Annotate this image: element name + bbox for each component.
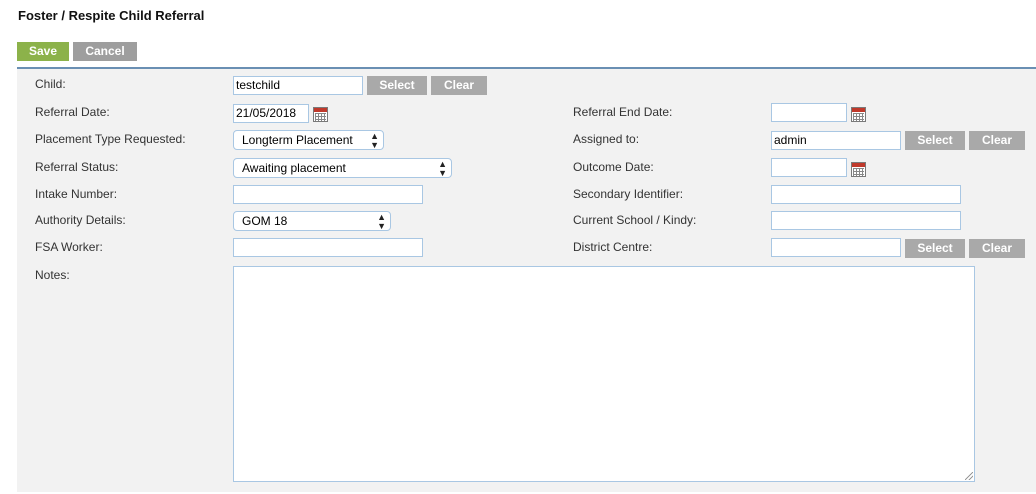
placement-type-value: Longterm Placement bbox=[242, 133, 353, 147]
child-clear-button[interactable]: Clear bbox=[431, 76, 487, 95]
notes-label: Notes: bbox=[35, 268, 70, 282]
fsa-worker-input[interactable] bbox=[233, 238, 423, 257]
authority-details-select[interactable]: GOM 18 ▲ ▼ bbox=[233, 211, 391, 231]
save-button[interactable]: Save bbox=[17, 42, 69, 61]
assigned-to-select-button[interactable]: Select bbox=[905, 131, 965, 150]
notes-textarea[interactable] bbox=[233, 266, 975, 482]
referral-status-label: Referral Status: bbox=[35, 160, 119, 174]
authority-details-label: Authority Details: bbox=[35, 213, 126, 227]
referral-date-label: Referral Date: bbox=[35, 105, 110, 119]
resize-handle-icon[interactable] bbox=[965, 472, 973, 480]
outcome-date-input[interactable] bbox=[771, 158, 847, 177]
child-select-button[interactable]: Select bbox=[367, 76, 427, 95]
up-down-arrows-icon: ▲ ▼ bbox=[377, 212, 386, 231]
child-label: Child: bbox=[35, 77, 66, 91]
intake-number-label: Intake Number: bbox=[35, 187, 118, 201]
placement-type-select[interactable]: Longterm Placement ▲ ▼ bbox=[233, 130, 384, 150]
placement-type-label: Placement Type Requested: bbox=[35, 132, 186, 146]
authority-details-value: GOM 18 bbox=[242, 214, 288, 228]
child-input[interactable]: testchild bbox=[233, 76, 363, 95]
referral-status-value: Awaiting placement bbox=[242, 161, 346, 175]
page-title: Foster / Respite Child Referral bbox=[18, 8, 205, 23]
outcome-date-label: Outcome Date: bbox=[573, 160, 654, 174]
assigned-to-input[interactable]: admin bbox=[771, 131, 901, 150]
up-down-arrows-icon: ▲ ▼ bbox=[438, 159, 447, 178]
intake-number-input[interactable] bbox=[233, 185, 423, 204]
district-centre-label: District Centre: bbox=[573, 240, 653, 254]
assigned-to-clear-button[interactable]: Clear bbox=[969, 131, 1025, 150]
referral-end-date-input[interactable] bbox=[771, 103, 847, 122]
referral-end-date-label: Referral End Date: bbox=[573, 105, 673, 119]
current-school-input[interactable] bbox=[771, 211, 961, 230]
referral-date-input[interactable]: 21/05/2018 bbox=[233, 104, 309, 123]
cancel-button[interactable]: Cancel bbox=[73, 42, 137, 61]
district-centre-select-button[interactable]: Select bbox=[905, 239, 965, 258]
district-centre-clear-button[interactable]: Clear bbox=[969, 239, 1025, 258]
fsa-worker-label: FSA Worker: bbox=[35, 240, 103, 254]
calendar-icon[interactable] bbox=[851, 107, 866, 122]
assigned-to-label: Assigned to: bbox=[573, 132, 640, 146]
secondary-identifier-input[interactable] bbox=[771, 185, 961, 204]
district-centre-input[interactable] bbox=[771, 238, 901, 257]
current-school-label: Current School / Kindy: bbox=[573, 213, 697, 227]
calendar-icon[interactable] bbox=[851, 162, 866, 177]
referral-status-select[interactable]: Awaiting placement ▲ ▼ bbox=[233, 158, 452, 178]
up-down-arrows-icon: ▲ ▼ bbox=[370, 131, 379, 150]
calendar-icon[interactable] bbox=[313, 107, 328, 122]
secondary-identifier-label: Secondary Identifier: bbox=[573, 187, 684, 201]
